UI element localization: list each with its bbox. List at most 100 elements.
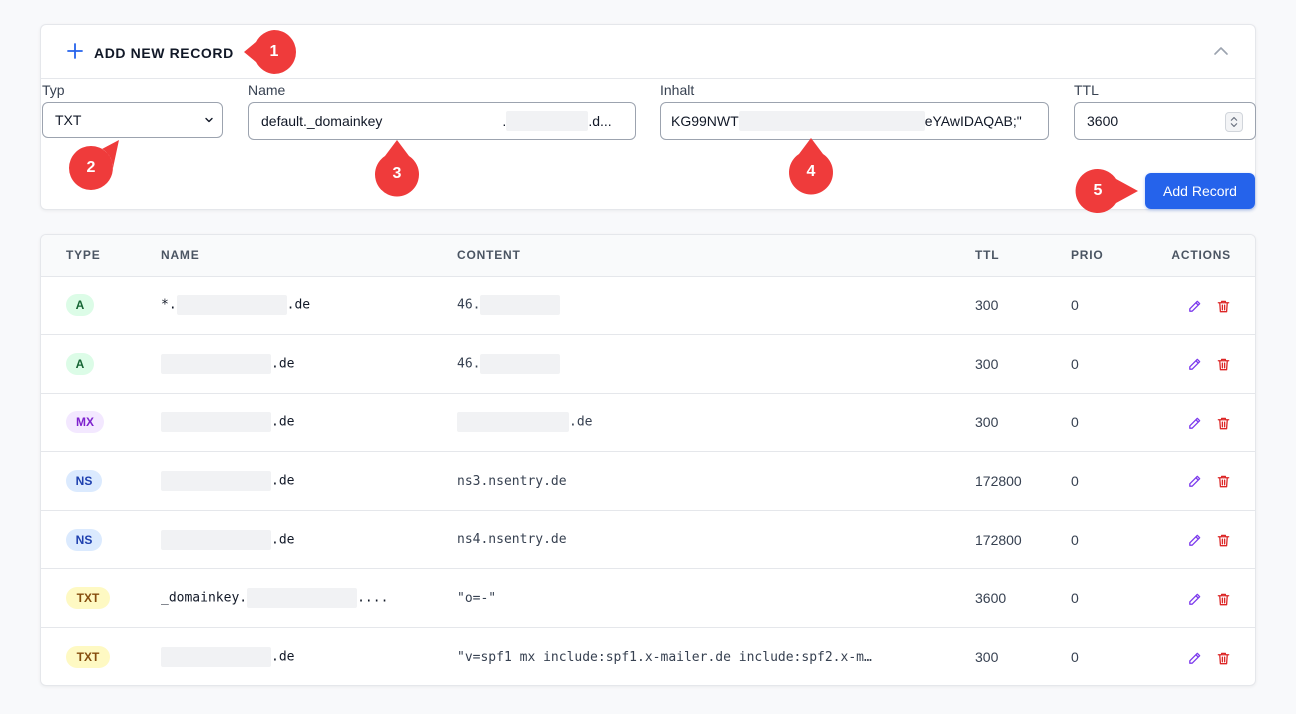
record-ttl: 300 xyxy=(975,414,999,431)
table-row: NS .de ns3.nsentry.de 172800 0 xyxy=(41,452,1255,511)
record-name-suffix: .de xyxy=(271,414,295,430)
name-input[interactable]: default._domainkey . .d... xyxy=(248,102,636,140)
record-name: .de xyxy=(161,452,457,511)
pencil-icon[interactable] xyxy=(1187,474,1202,489)
header-prio[interactable]: PRIO xyxy=(1071,235,1161,277)
add-record-header[interactable]: ADD NEW RECORD xyxy=(41,25,1255,79)
plus-icon xyxy=(67,43,83,59)
step-marker-2: 2 xyxy=(69,140,119,190)
record-prio: 0 xyxy=(1071,590,1079,607)
type-badge: TXT xyxy=(66,646,110,669)
record-content: .de xyxy=(457,393,975,452)
record-name-suffix: .de xyxy=(271,356,295,372)
record-content-suffix: .de xyxy=(569,414,593,430)
type-badge: NS xyxy=(66,470,102,493)
record-prio: 0 xyxy=(1071,531,1079,548)
record-actions xyxy=(1161,393,1255,452)
pencil-icon[interactable] xyxy=(1187,592,1202,607)
redacted-block xyxy=(480,353,561,374)
record-name-suffix: .de xyxy=(271,473,295,489)
redacted-block xyxy=(161,471,271,492)
record-name-suffix: .de xyxy=(271,532,295,548)
record-ttl: 300 xyxy=(975,355,999,372)
trash-icon[interactable] xyxy=(1216,533,1231,548)
redacted-block xyxy=(247,588,358,609)
dns-records-table: TYPE NAME CONTENT TTL PRIO ACTIONS A *..… xyxy=(41,235,1255,685)
name-input-value-start: default._domainkey xyxy=(261,113,383,129)
pencil-icon[interactable] xyxy=(1187,357,1202,372)
trash-icon[interactable] xyxy=(1216,299,1231,314)
content-input[interactable]: KG99NWT eYAwIDAQAB;" xyxy=(660,102,1049,140)
trash-icon[interactable] xyxy=(1216,592,1231,607)
record-content-prefix: 46. xyxy=(457,356,481,372)
step-marker-5-label: 5 xyxy=(1093,182,1103,199)
type-badge: A xyxy=(66,352,94,375)
record-prio: 0 xyxy=(1071,414,1079,431)
record-actions xyxy=(1161,510,1255,569)
record-actions xyxy=(1161,276,1255,335)
ttl-input[interactable]: 3600 xyxy=(1074,102,1256,140)
step-marker-3-label: 3 xyxy=(392,165,402,182)
redacted-block xyxy=(161,529,271,550)
record-ttl: 172800 xyxy=(975,531,1022,548)
content-input-value-start: KG99NWT xyxy=(671,113,739,129)
step-marker-4: 4 xyxy=(789,138,833,195)
record-content: "o=-" xyxy=(457,569,975,628)
header-name[interactable]: NAME xyxy=(161,235,457,277)
redacted-block xyxy=(161,353,271,374)
record-prio: 0 xyxy=(1071,649,1079,666)
trash-icon[interactable] xyxy=(1216,474,1231,489)
pencil-icon[interactable] xyxy=(1187,416,1202,431)
record-name-suffix: .de xyxy=(271,649,295,665)
trash-icon[interactable] xyxy=(1216,416,1231,431)
record-ttl: 300 xyxy=(975,297,999,314)
step-marker-3: 3 xyxy=(375,140,419,197)
redacted-block xyxy=(176,295,287,316)
number-stepper-icon[interactable] xyxy=(1225,112,1243,132)
record-name: *. .de xyxy=(161,276,457,335)
chevron-up-icon[interactable] xyxy=(1213,45,1229,57)
record-name: .de xyxy=(161,393,457,452)
name-label: Name xyxy=(248,82,286,98)
header-content[interactable]: CONTENT xyxy=(457,235,975,277)
record-prio: 0 xyxy=(1071,355,1079,372)
table-header-row: TYPE NAME CONTENT TTL PRIO ACTIONS xyxy=(41,235,1255,277)
record-actions xyxy=(1161,335,1255,394)
record-name-suffix: .... xyxy=(357,590,389,606)
record-name: .de xyxy=(161,335,457,394)
step-marker-1: 1 xyxy=(244,30,296,74)
trash-icon[interactable] xyxy=(1216,651,1231,666)
record-name-prefix: _domainkey. xyxy=(161,590,248,606)
pencil-icon[interactable] xyxy=(1187,299,1202,314)
step-marker-2-label: 2 xyxy=(86,159,96,176)
dns-records-table-card: TYPE NAME CONTENT TTL PRIO ACTIONS A *..… xyxy=(40,234,1256,686)
redacted-block xyxy=(161,412,271,433)
redacted-block xyxy=(457,412,569,433)
table-row: NS .de ns4.nsentry.de 172800 0 xyxy=(41,510,1255,569)
step-marker-1-label: 1 xyxy=(269,43,279,60)
step-marker-4-label: 4 xyxy=(806,163,816,180)
name-input-value-end: .d... xyxy=(588,113,612,129)
header-ttl[interactable]: TTL xyxy=(975,235,1071,277)
record-content-prefix: ns4.nsentry.de xyxy=(457,532,567,548)
add-record-button[interactable]: Add Record xyxy=(1145,173,1255,209)
chevron-down-icon xyxy=(205,117,213,123)
type-badge: MX xyxy=(66,411,104,434)
table-row: A *. .de 46. 300 0 xyxy=(41,276,1255,335)
pencil-icon[interactable] xyxy=(1187,651,1202,666)
record-ttl: 3600 xyxy=(975,590,1007,607)
redacted-block xyxy=(161,647,271,668)
add-record-card: ADD NEW RECORD Typ Name Inhalt TTL TXT d… xyxy=(40,24,1256,210)
record-name: .de xyxy=(161,628,457,685)
type-select[interactable]: TXT xyxy=(42,102,223,138)
record-content-prefix: "o=-" xyxy=(457,590,497,606)
header-actions: ACTIONS xyxy=(1161,235,1255,277)
ttl-input-value: 3600 xyxy=(1087,113,1119,129)
type-badge: NS xyxy=(66,528,102,551)
trash-icon[interactable] xyxy=(1216,357,1231,372)
record-content-prefix: ns3.nsentry.de xyxy=(457,473,567,489)
type-select-value: TXT xyxy=(55,112,82,128)
pencil-icon[interactable] xyxy=(1187,533,1202,548)
header-type[interactable]: TYPE xyxy=(41,235,161,277)
type-badge: A xyxy=(66,294,94,317)
